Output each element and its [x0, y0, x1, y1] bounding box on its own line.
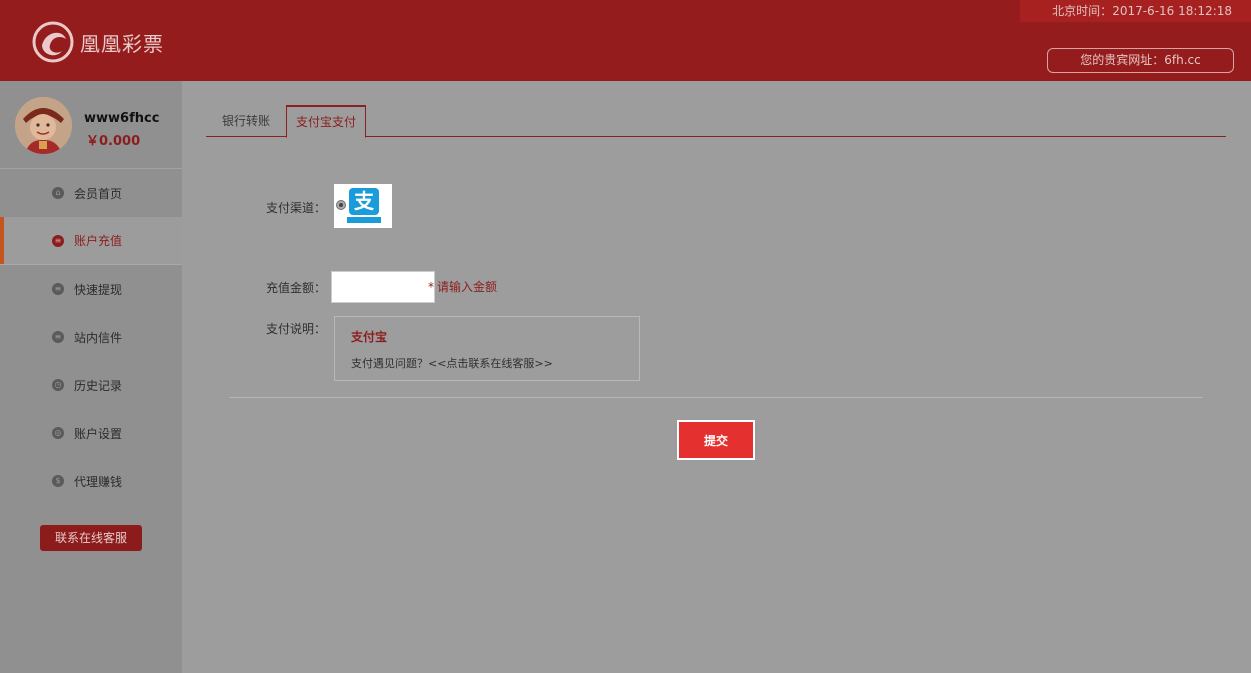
amount-input[interactable] — [331, 271, 435, 303]
contact-support-button[interactable]: 联系在线客服 — [40, 525, 142, 551]
payment-note-box: 支付宝 支付遇见问题？<<点击联系在线客服>> — [334, 316, 640, 381]
beijing-time: 北京时间：2017-6-16 18:12:18 — [1020, 0, 1251, 22]
channel-radio[interactable] — [336, 200, 346, 210]
sidebar-item-label: 会员首页 — [74, 186, 123, 201]
phoenix-logo-icon — [32, 21, 74, 63]
clock-label: 北京时间： — [1052, 4, 1113, 18]
brand-logo[interactable]: 凰凰彩票 — [32, 21, 164, 63]
mail-icon: ≡ — [52, 331, 64, 343]
divider — [229, 397, 1203, 398]
settings-icon: ◎ — [52, 427, 64, 439]
money-bag-icon: $ — [52, 475, 64, 487]
withdraw-icon: ≡ — [52, 283, 64, 295]
sidebar-nav: ⌂ 会员首页 ≡ 账户充值 ≡ 快速提现 ≡ 站内信件 ◷ 历史记录 ◎ 账户设… — [0, 169, 182, 505]
note-text[interactable]: 支付遇见问题？<<点击联系在线客服>> — [351, 355, 553, 371]
sidebar-item-label: 历史记录 — [74, 378, 123, 393]
sidebar-item-label: 账户充值 — [74, 234, 123, 248]
top-header: 凰凰彩票 北京时间：2017-6-16 18:12:18 您的贵宾网址：6fh.… — [0, 0, 1251, 81]
alipay-icon: 支 — [349, 188, 379, 215]
required-star: * — [428, 280, 434, 294]
brand-name: 凰凰彩票 — [80, 31, 164, 56]
balance: ￥0.000 — [86, 134, 141, 149]
sidebar: www6fhcc ￥0.000 ⌂ 会员首页 ≡ 账户充值 ≡ 快速提现 ≡ 站… — [0, 81, 182, 673]
note-label: 支付说明： — [265, 322, 326, 336]
sidebar-item-messages[interactable]: ≡ 站内信件 — [0, 313, 182, 361]
main-content: 银行转账 支付宝支付 支付渠道： 支 充值金额： * 请输入金额 支付说明： 支付… — [182, 81, 1251, 673]
amount-hint: * 请输入金额 — [428, 278, 497, 295]
tab-alipay[interactable]: 支付宝支付 — [286, 105, 366, 138]
sidebar-item-history[interactable]: ◷ 历史记录 — [0, 361, 182, 409]
note-title: 支付宝 — [351, 330, 388, 344]
clock-icon: ◷ — [52, 379, 64, 391]
user-profile: www6fhcc ￥0.000 — [0, 81, 182, 169]
amount-hint-text: 请输入金额 — [437, 280, 498, 294]
sidebar-item-settings[interactable]: ◎ 账户设置 — [0, 409, 182, 457]
alipay-caption — [347, 217, 381, 223]
amount-label: 充值金额： — [265, 281, 326, 295]
vip-url-badge[interactable]: 您的贵宾网址：6fh.cc — [1047, 48, 1234, 73]
submit-button[interactable]: 提交 — [677, 420, 755, 460]
sidebar-item-label: 站内信件 — [74, 330, 123, 345]
tab-bank-transfer[interactable]: 银行转账 — [206, 105, 286, 137]
sidebar-item-member-home[interactable]: ⌂ 会员首页 — [0, 169, 182, 217]
sidebar-item-withdraw[interactable]: ≡ 快速提现 — [0, 265, 182, 313]
payment-tabs: 银行转账 支付宝支付 — [206, 105, 1226, 138]
channel-label: 支付渠道： — [265, 201, 326, 215]
clock-value: 2017-6-16 18:12:18 — [1112, 4, 1232, 18]
home-icon: ⌂ — [52, 187, 64, 199]
sidebar-item-label: 代理赚钱 — [74, 474, 123, 489]
sidebar-item-deposit[interactable]: ≡ 账户充值 — [0, 217, 182, 265]
username: www6fhcc — [84, 111, 160, 126]
deposit-icon: ≡ — [52, 234, 64, 247]
sidebar-item-label: 快速提现 — [74, 282, 123, 297]
sidebar-item-label: 账户设置 — [74, 426, 123, 441]
sidebar-item-agent[interactable]: $ 代理赚钱 — [0, 457, 182, 505]
avatar[interactable] — [15, 97, 72, 154]
